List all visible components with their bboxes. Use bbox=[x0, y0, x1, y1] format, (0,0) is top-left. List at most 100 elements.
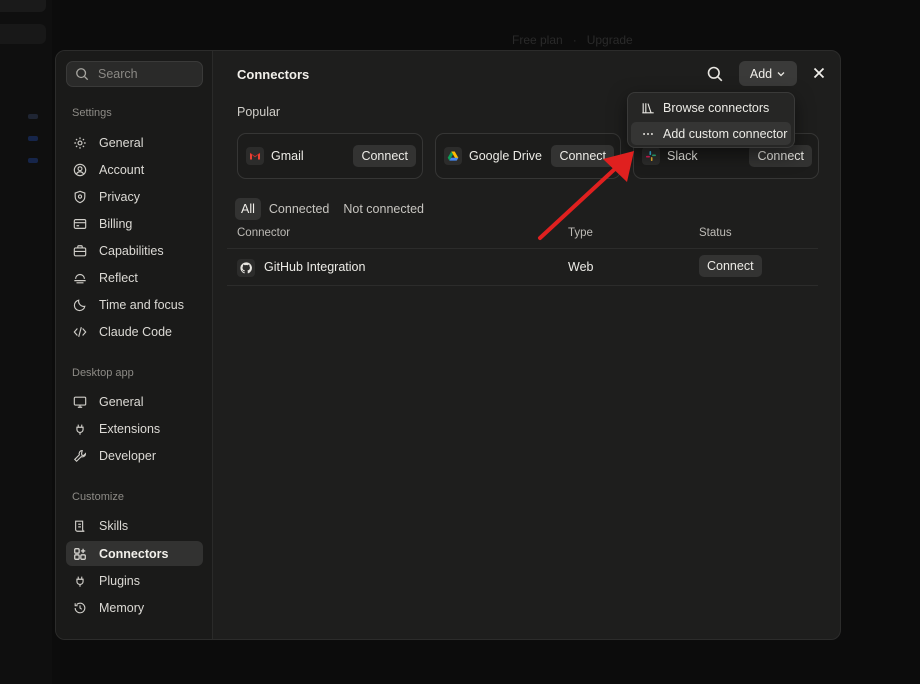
menu-item-label: Add custom connector bbox=[663, 126, 788, 141]
sidebar-item-label: Developer bbox=[99, 448, 156, 463]
sidebar-search[interactable] bbox=[66, 61, 203, 87]
menu-item-label: Browse connectors bbox=[663, 100, 770, 115]
chevron-down-icon bbox=[777, 71, 785, 76]
column-header-type: Type bbox=[568, 227, 593, 239]
close-icon[interactable] bbox=[813, 67, 825, 79]
shield-icon bbox=[73, 190, 87, 204]
add-button-label: Add bbox=[749, 66, 773, 81]
credit-card-icon bbox=[73, 217, 87, 231]
background-mark bbox=[28, 158, 38, 163]
sidebar-item-label: Extensions bbox=[99, 421, 161, 436]
github-icon bbox=[237, 259, 255, 277]
google-drive-icon bbox=[444, 147, 462, 165]
add-custom-connector-item[interactable]: Add custom connector bbox=[631, 122, 791, 145]
connect-button[interactable]: Connect bbox=[353, 145, 416, 167]
sidebar-item-memory[interactable]: Memory bbox=[66, 595, 203, 620]
background-sidebar-item bbox=[0, 24, 46, 44]
background-sidebar-item bbox=[0, 0, 46, 12]
gmail-icon bbox=[246, 147, 264, 165]
sidebar-item-time-and-focus[interactable]: Time and focus bbox=[66, 292, 203, 317]
filter-all[interactable]: All bbox=[235, 198, 261, 220]
search-icon[interactable] bbox=[706, 65, 724, 83]
sidebar-item-desktop-general[interactable]: General bbox=[66, 389, 203, 414]
sidebar-item-plugins[interactable]: Plugins bbox=[66, 568, 203, 593]
background-sidebar bbox=[0, 0, 52, 684]
sidebar-item-privacy[interactable]: Privacy bbox=[66, 184, 203, 209]
plug-icon bbox=[73, 422, 87, 436]
table-row[interactable]: GitHub Integration Web Connect bbox=[227, 251, 818, 285]
sidebar-item-label: Billing bbox=[99, 216, 133, 231]
settings-sidebar: Settings General Account Privacy Billing… bbox=[56, 51, 213, 639]
sidebar-item-capabilities[interactable]: Capabilities bbox=[66, 238, 203, 263]
briefcase-icon bbox=[73, 244, 87, 258]
connector-name: Gmail bbox=[271, 149, 304, 163]
reflect-icon bbox=[73, 271, 87, 285]
code-icon bbox=[73, 325, 87, 339]
section-label-customize: Customize bbox=[72, 491, 124, 503]
slack-icon bbox=[642, 147, 660, 165]
sidebar-item-general[interactable]: General bbox=[66, 130, 203, 155]
background-mark bbox=[28, 136, 38, 141]
filter-not-connected[interactable]: Not connected bbox=[337, 198, 430, 220]
section-label-settings: Settings bbox=[72, 107, 112, 119]
section-label-desktop-app: Desktop app bbox=[72, 367, 134, 379]
sidebar-item-reflect[interactable]: Reflect bbox=[66, 265, 203, 290]
connectors-icon bbox=[73, 547, 87, 561]
search-icon bbox=[76, 68, 89, 81]
sidebar-item-claude-code[interactable]: Claude Code bbox=[66, 319, 203, 344]
add-button[interactable]: Add bbox=[739, 61, 797, 86]
page-title: Connectors bbox=[237, 67, 310, 82]
connect-button[interactable]: Connect bbox=[551, 145, 614, 167]
add-dropdown-menu: Browse connectors Add custom connector bbox=[627, 92, 795, 148]
sidebar-item-developer[interactable]: Developer bbox=[66, 443, 203, 468]
table-divider bbox=[227, 248, 818, 249]
background-upgrade-link: Upgrade bbox=[586, 33, 633, 47]
background-mark bbox=[28, 114, 38, 119]
connector-type: Web bbox=[568, 260, 594, 274]
sidebar-item-account[interactable]: Account bbox=[66, 157, 203, 182]
background-plan-label: Free plan bbox=[512, 33, 563, 47]
plug-icon bbox=[73, 574, 87, 588]
background-header: Free plan · Upgrade bbox=[512, 33, 643, 47]
sidebar-item-connectors[interactable]: Connectors bbox=[66, 541, 203, 566]
sidebar-item-label: Reflect bbox=[99, 270, 138, 285]
sidebar-item-label: Skills bbox=[99, 518, 129, 533]
scroll-icon bbox=[73, 519, 87, 533]
connect-button[interactable]: Connect bbox=[749, 145, 812, 167]
sidebar-item-label: Memory bbox=[99, 600, 145, 615]
sidebar-item-label: Connectors bbox=[99, 546, 169, 561]
gear-icon bbox=[73, 136, 87, 150]
sidebar-item-label: Capabilities bbox=[99, 243, 164, 258]
filter-connected[interactable]: Connected bbox=[263, 198, 335, 220]
browse-connectors-item[interactable]: Browse connectors bbox=[631, 96, 791, 119]
popular-heading: Popular bbox=[237, 105, 281, 119]
sidebar-item-skills[interactable]: Skills bbox=[66, 513, 203, 538]
connector-name: GitHub Integration bbox=[264, 260, 366, 274]
connect-button[interactable]: Connect bbox=[699, 255, 762, 277]
connector-card-gmail: Gmail Connect bbox=[237, 133, 423, 179]
column-header-status: Status bbox=[699, 227, 732, 239]
history-icon bbox=[73, 601, 87, 615]
monitor-icon bbox=[73, 395, 87, 409]
more-horizontal-icon bbox=[643, 132, 653, 135]
user-circle-icon bbox=[73, 163, 87, 177]
sidebar-item-label: Claude Code bbox=[99, 324, 172, 339]
sidebar-item-extensions[interactable]: Extensions bbox=[66, 416, 203, 441]
filter-tabs: All Connected Not connected bbox=[235, 198, 430, 220]
sidebar-item-label: Privacy bbox=[99, 189, 140, 204]
library-icon bbox=[642, 102, 654, 113]
sidebar-item-label: Time and focus bbox=[99, 297, 184, 312]
sidebar-item-label: Account bbox=[99, 162, 145, 177]
sidebar-item-billing[interactable]: Billing bbox=[66, 211, 203, 236]
sidebar-item-label: General bbox=[99, 394, 144, 409]
column-header-connector: Connector bbox=[237, 227, 291, 239]
wrench-icon bbox=[73, 449, 87, 463]
sidebar-item-label: General bbox=[99, 135, 144, 150]
connector-name: Google Drive bbox=[469, 149, 542, 163]
table-divider bbox=[227, 285, 818, 286]
sidebar-item-label: Plugins bbox=[99, 573, 140, 588]
connector-name: Slack bbox=[667, 149, 698, 163]
sidebar-search-input[interactable] bbox=[98, 67, 198, 81]
background-separator: · bbox=[572, 33, 577, 47]
moon-icon bbox=[73, 298, 87, 312]
